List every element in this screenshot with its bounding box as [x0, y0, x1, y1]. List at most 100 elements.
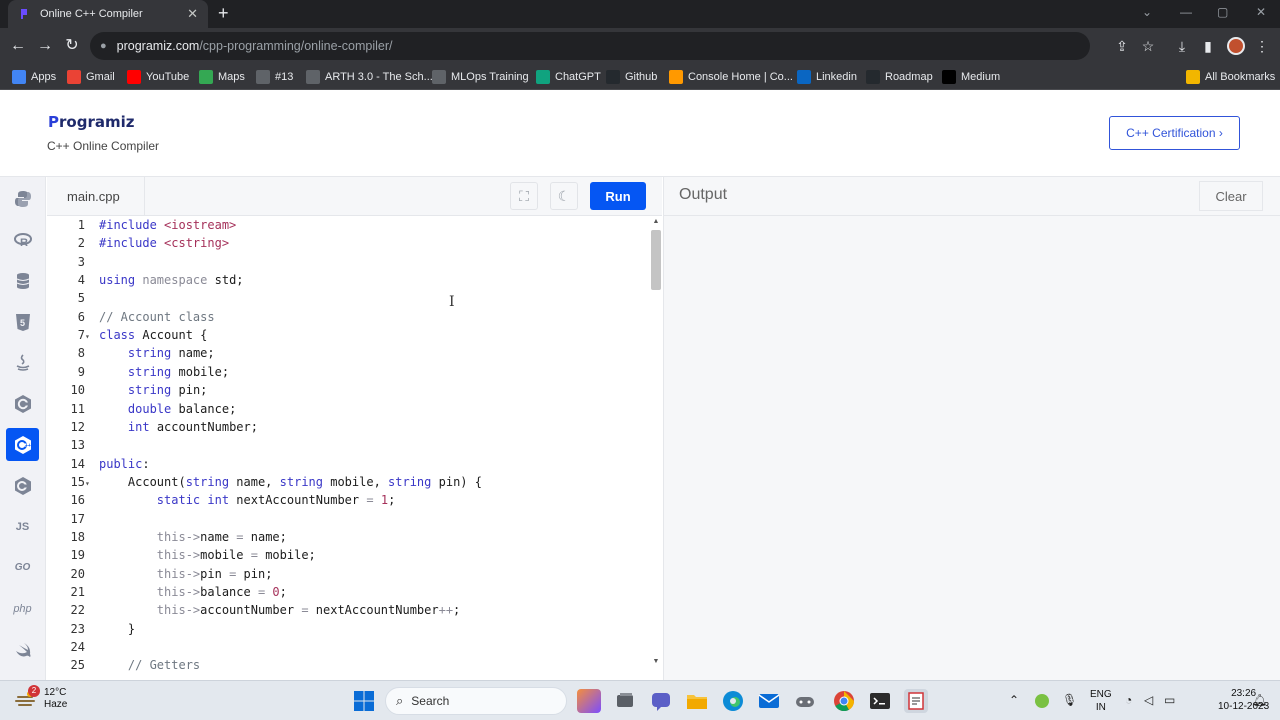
side-panel-icon[interactable]: ▮: [1199, 37, 1217, 55]
code-line[interactable]: 2 #include <cstring>: [47, 234, 647, 252]
code-line[interactable]: 23 }: [47, 620, 647, 638]
r-language-icon[interactable]: R: [6, 223, 39, 256]
c-language-icon[interactable]: [6, 387, 39, 420]
code-line[interactable]: 11 double balance;: [47, 400, 647, 418]
address-bar[interactable]: ● programiz.com/cpp-programming/online-c…: [90, 32, 1090, 60]
file-explorer-icon[interactable]: [685, 689, 709, 713]
volume-icon[interactable]: ◁: [1144, 693, 1153, 707]
bookmark-star-icon[interactable]: ☆: [1139, 37, 1157, 55]
bookmark-roadmap[interactable]: Roadmap: [866, 69, 933, 85]
code-line[interactable]: 3: [47, 253, 647, 271]
file-tab-main-cpp[interactable]: main.cpp: [47, 177, 145, 215]
java-icon[interactable]: [6, 346, 39, 379]
javascript-icon[interactable]: JS: [6, 510, 39, 543]
widgets-app-icon[interactable]: [577, 689, 601, 713]
run-button[interactable]: Run: [590, 182, 646, 210]
code-line[interactable]: 9 string mobile;: [47, 363, 647, 381]
bookmark-console-home-co[interactable]: Console Home | Co...: [669, 69, 793, 85]
bookmark-medium[interactable]: Medium: [942, 69, 1000, 85]
reload-icon[interactable]: ↻: [62, 36, 82, 56]
code-line[interactable]: 1 #include <iostream>: [47, 216, 647, 234]
bookmark-apps[interactable]: Apps: [12, 69, 56, 85]
code-line[interactable]: 19 this->mobile = mobile;: [47, 546, 647, 564]
mail-icon[interactable]: [757, 689, 781, 713]
wifi-icon[interactable]: ◔: [1125, 693, 1132, 707]
teams-chat-icon[interactable]: [649, 689, 673, 713]
scroll-up-icon[interactable]: ▲: [651, 218, 661, 225]
new-tab-button[interactable]: +: [218, 4, 229, 22]
all-bookmarks-button[interactable]: All Bookmarks: [1186, 69, 1275, 85]
code-line[interactable]: 15▾ Account(string name, string mobile, …: [47, 473, 647, 491]
code-editor[interactable]: ▲ ▼ 1 #include <iostream> 2 #include <cstri…: [47, 216, 662, 680]
code-line[interactable]: 6 // Account class: [47, 308, 647, 326]
snipping-tool-icon[interactable]: [904, 689, 928, 713]
code-line[interactable]: 7▾ class Account {: [47, 326, 647, 344]
bookmark-github[interactable]: Github: [606, 69, 657, 85]
bookmark-chatgpt[interactable]: ChatGPT: [536, 69, 601, 85]
maximize-icon[interactable]: ▢: [1217, 5, 1228, 19]
terminal-icon[interactable]: [868, 689, 892, 713]
chrome-icon[interactable]: [832, 689, 856, 713]
csharp-language-icon[interactable]: [6, 469, 39, 502]
bookmark-gmail[interactable]: Gmail: [67, 69, 115, 85]
code-line[interactable]: 4 using namespace std;: [47, 271, 647, 289]
bookmark-youtube[interactable]: YouTube: [127, 69, 189, 85]
share-icon[interactable]: ⇪: [1113, 37, 1131, 55]
editor-scrollbar-thumb[interactable]: [651, 230, 661, 290]
fullscreen-icon[interactable]: ⛶: [510, 182, 538, 210]
code-line[interactable]: 21 this->balance = 0;: [47, 583, 647, 601]
edge-browser-icon[interactable]: [721, 689, 745, 713]
close-tab-icon[interactable]: ✕: [187, 6, 198, 22]
taskbar-search[interactable]: ⌕ Search: [385, 687, 567, 715]
minimize-icon[interactable]: —: [1180, 5, 1192, 19]
code-line[interactable]: 14 public:: [47, 455, 647, 473]
code-line[interactable]: 18 this->name = name;: [47, 528, 647, 546]
browser-menu-icon[interactable]: ⋮: [1253, 37, 1271, 55]
bookmark-13[interactable]: #13: [256, 69, 293, 85]
dark-mode-icon[interactable]: ☾: [550, 182, 578, 210]
clear-button[interactable]: Clear: [1199, 181, 1263, 211]
bookmark-arth-3-0-the-sch[interactable]: ARTH 3.0 - The Sch...: [306, 69, 433, 85]
php-icon[interactable]: php: [6, 592, 39, 625]
code-line[interactable]: 13: [47, 436, 647, 454]
windows-start-icon[interactable]: [352, 689, 376, 713]
python-icon[interactable]: [6, 182, 39, 215]
output-console[interactable]: [663, 216, 1280, 680]
battery-icon[interactable]: ▭: [1164, 693, 1175, 707]
task-view-icon[interactable]: [613, 689, 637, 713]
cpp-certification-button[interactable]: C++ Certification ›: [1109, 116, 1240, 150]
html5-icon[interactable]: 5: [6, 305, 39, 338]
cpp-language-icon[interactable]: ++: [6, 428, 39, 461]
profile-avatar[interactable]: [1227, 37, 1245, 55]
swift-icon[interactable]: [6, 633, 39, 666]
download-icon[interactable]: ⤓: [1173, 37, 1191, 55]
code-line[interactable]: 16 static int nextAccountNumber = 1;: [47, 491, 647, 509]
code-line[interactable]: 17: [47, 510, 647, 528]
tab-search-icon[interactable]: ⌄: [1142, 5, 1152, 19]
browser-tab[interactable]: Online C++ Compiler ✕: [8, 0, 208, 28]
sql-database-icon[interactable]: [6, 264, 39, 297]
code-line[interactable]: 10 string pin;: [47, 381, 647, 399]
code-line[interactable]: 24: [47, 638, 647, 656]
bookmark-mlops-training[interactable]: MLOps Training: [432, 69, 529, 85]
fold-toggle-icon[interactable]: ▾: [85, 328, 99, 346]
game-controller-icon[interactable]: [793, 689, 817, 713]
window-close-icon[interactable]: ✕: [1256, 5, 1266, 19]
code-line[interactable]: 25 // Getters: [47, 656, 647, 674]
back-icon[interactable]: ←: [8, 36, 28, 56]
bookmark-linkedin[interactable]: Linkedin: [797, 69, 857, 85]
scroll-down-icon[interactable]: ▼: [651, 658, 661, 665]
input-language-indicator[interactable]: ENG IN: [1090, 688, 1112, 714]
forward-icon[interactable]: →: [35, 36, 55, 56]
code-line[interactable]: 5: [47, 289, 647, 307]
go-language-icon[interactable]: GO: [6, 551, 39, 584]
weather-widget[interactable]: 2 12°C Haze: [14, 685, 67, 711]
site-info-icon[interactable]: ●: [100, 40, 107, 52]
code-line[interactable]: 12 int accountNumber;: [47, 418, 647, 436]
fold-toggle-icon[interactable]: ▾: [85, 475, 99, 493]
code-line[interactable]: 8 string name;: [47, 344, 647, 362]
code-line[interactable]: 22 this->accountNumber = nextAccountNumb…: [47, 601, 647, 619]
microphone-icon[interactable]: 🎙: [1062, 693, 1077, 707]
programiz-logo[interactable]: Programiz: [48, 113, 134, 131]
code-line[interactable]: 20 this->pin = pin;: [47, 565, 647, 583]
